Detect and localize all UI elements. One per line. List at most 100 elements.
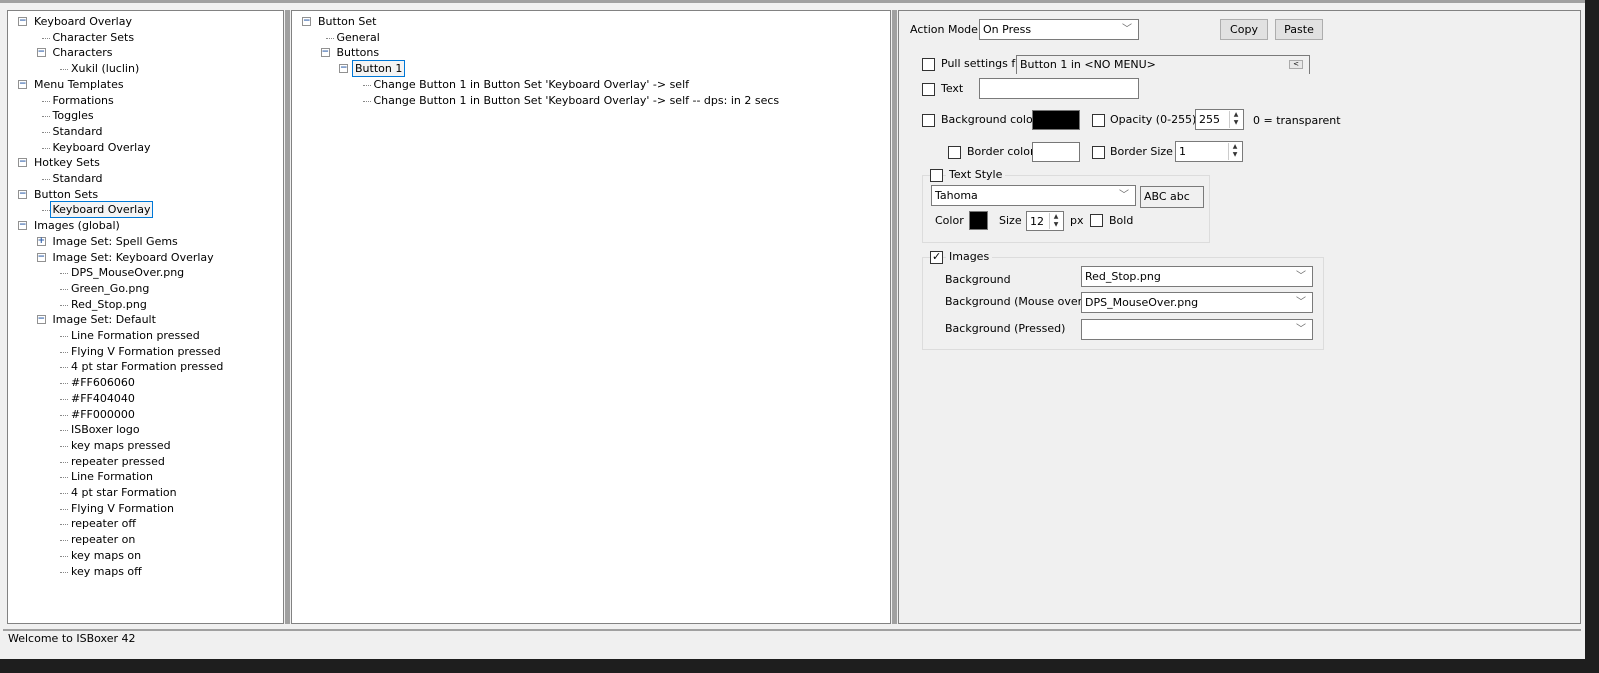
tree-item[interactable]: Green_Go.png (71, 281, 149, 296)
tree-item[interactable]: Button Sets (34, 187, 98, 202)
tree-connector (41, 37, 50, 39)
tree-item[interactable]: key maps off (71, 564, 142, 579)
tree-item[interactable]: Red_Stop.png (71, 297, 147, 312)
tree-item[interactable]: Button Set (318, 14, 376, 29)
tree-item[interactable]: Xukil (luclin) (71, 61, 139, 76)
tree-item[interactable]: Keyboard Overlay (34, 14, 132, 29)
spin-arrows-icon[interactable]: ▲ ▼ (1228, 143, 1241, 160)
background-mouse-over-label: Background (Mouse over) (945, 295, 1087, 308)
chevron-down-icon: ﹀ (1296, 324, 1306, 335)
background-color-swatch[interactable] (1032, 110, 1080, 130)
tree-connector (60, 555, 68, 557)
pull-settings-checkbox[interactable] (922, 58, 935, 71)
spin-arrows-icon[interactable]: ▲ ▼ (1229, 111, 1242, 128)
tree-item[interactable]: Menu Templates (34, 77, 124, 92)
bold-checkbox[interactable] (1090, 214, 1103, 227)
border-color-label: Border color (967, 145, 1035, 158)
tree-connector (41, 131, 50, 133)
config-tree[interactable]: − Keyboard Overlay Character Sets − Characte… (7, 10, 284, 624)
copy-button[interactable]: Copy (1220, 19, 1268, 40)
tree-item[interactable]: Flying V Formation pressed (71, 344, 221, 359)
collapse-icon[interactable]: − (302, 17, 311, 26)
tree-item[interactable]: 4 pt star Formation (71, 485, 177, 500)
tree-item[interactable]: Standard (53, 124, 103, 139)
background-image-value: Red_Stop.png (1085, 270, 1161, 283)
tree-item[interactable]: repeater off (71, 516, 136, 531)
tree-item[interactable]: #FF606060 (71, 375, 135, 390)
tree-item[interactable]: Line Formation (71, 469, 153, 484)
pull-settings-pick-button[interactable]: < (1289, 60, 1303, 69)
tree-item[interactable]: Character Sets (53, 30, 135, 45)
tree-item[interactable]: repeater pressed (71, 454, 165, 469)
opacity-checkbox[interactable] (1092, 114, 1105, 127)
px-label: px (1070, 214, 1084, 227)
border-color-checkbox[interactable] (948, 146, 961, 159)
tree-item[interactable]: Line Formation pressed (71, 328, 200, 343)
action-mode-select[interactable]: On Press ﹀ (979, 19, 1139, 40)
button-set-tree[interactable]: − Button Set General − Buttons − Button 1 Chang… (291, 10, 891, 624)
background-image-select[interactable]: Red_Stop.png ﹀ (1081, 266, 1313, 287)
background-pressed-select[interactable]: ﹀ (1081, 319, 1313, 340)
text-color-swatch[interactable] (969, 211, 988, 230)
tree-item[interactable]: Formations (53, 93, 114, 108)
text-style-checkbox[interactable] (930, 169, 943, 182)
tree-item[interactable]: Image Set: Spell Gems (53, 234, 178, 249)
collapse-icon[interactable]: − (18, 158, 27, 168)
border-size-checkbox[interactable] (1092, 146, 1105, 159)
collapse-icon[interactable]: − (18, 221, 27, 231)
action-mode-value: On Press (983, 23, 1032, 36)
collapse-icon[interactable]: − (320, 48, 330, 58)
tree-item[interactable]: Image Set: Default (53, 312, 156, 327)
tree-item[interactable]: Flying V Formation (71, 501, 174, 516)
tree-item[interactable]: key maps on (71, 548, 141, 563)
font-preview: ABC abc (1140, 186, 1204, 208)
tree-item[interactable]: General (337, 30, 380, 45)
action-mode-label: Action Mode (910, 23, 978, 36)
tree-item[interactable]: Image Set: Keyboard Overlay (53, 250, 214, 265)
tree-connector (362, 100, 371, 102)
opacity-spinner[interactable]: 255 ▲ ▼ (1195, 109, 1244, 130)
tree-item[interactable]: Button 1 (351, 60, 406, 78)
tree-item[interactable]: #FF000000 (71, 407, 135, 422)
tree-item[interactable]: Images (global) (34, 218, 120, 233)
tree-item[interactable]: Characters (53, 45, 113, 60)
tree-item[interactable]: 4 pt star Formation pressed (71, 359, 223, 374)
collapse-icon[interactable]: − (36, 315, 46, 325)
paste-button[interactable]: Paste (1275, 19, 1323, 40)
font-select[interactable]: Tahoma ﹀ (931, 185, 1136, 206)
border-size-spinner[interactable]: 1 ▲ ▼ (1175, 141, 1243, 162)
collapse-icon[interactable]: − (36, 252, 46, 262)
collapse-icon[interactable]: − (18, 189, 27, 199)
collapse-icon[interactable]: − (18, 79, 27, 89)
spin-arrows-icon[interactable]: ▲ ▼ (1049, 213, 1062, 229)
background-color-checkbox[interactable] (922, 114, 935, 127)
font-size-spinner[interactable]: 12 ▲ ▼ (1026, 211, 1064, 231)
collapse-icon[interactable]: − (339, 64, 348, 74)
text-input[interactable] (979, 78, 1139, 99)
tree-item[interactable]: key maps pressed (71, 438, 171, 453)
opacity-label: Opacity (0-255) (1110, 113, 1197, 126)
tree-item[interactable]: Change Button 1 in Button Set 'Keyboard … (374, 93, 780, 108)
tree-item[interactable]: Hotkey Sets (34, 155, 100, 170)
tree-item[interactable]: #FF404040 (71, 391, 135, 406)
tree-item[interactable]: Keyboard Overlay (53, 140, 151, 155)
tree-item[interactable]: Toggles (53, 108, 94, 123)
background-mouse-over-select[interactable]: DPS_MouseOver.png ﹀ (1081, 292, 1313, 313)
border-color-swatch[interactable] (1032, 142, 1080, 162)
pull-settings-field[interactable]: Button 1 in <NO MENU> < (1016, 55, 1310, 74)
tree-connector (41, 210, 50, 212)
splitter-left[interactable] (285, 10, 290, 624)
tree-item[interactable]: ISBoxer logo (71, 422, 140, 437)
tree-item[interactable]: DPS_MouseOver.png (71, 265, 184, 280)
collapse-icon[interactable]: − (36, 48, 46, 58)
images-checkbox[interactable] (930, 250, 943, 264)
tree-item[interactable]: Keyboard Overlay (49, 201, 154, 219)
text-checkbox[interactable] (922, 83, 935, 96)
expand-icon[interactable]: + (36, 236, 46, 246)
tree-item[interactable]: Buttons (337, 45, 380, 60)
collapse-icon[interactable]: − (18, 17, 27, 26)
tree-item[interactable]: Standard (53, 171, 103, 186)
tree-item[interactable]: Change Button 1 in Button Set 'Keyboard … (374, 77, 690, 92)
tree-item[interactable]: repeater on (71, 532, 135, 547)
splitter-right[interactable] (892, 10, 897, 624)
